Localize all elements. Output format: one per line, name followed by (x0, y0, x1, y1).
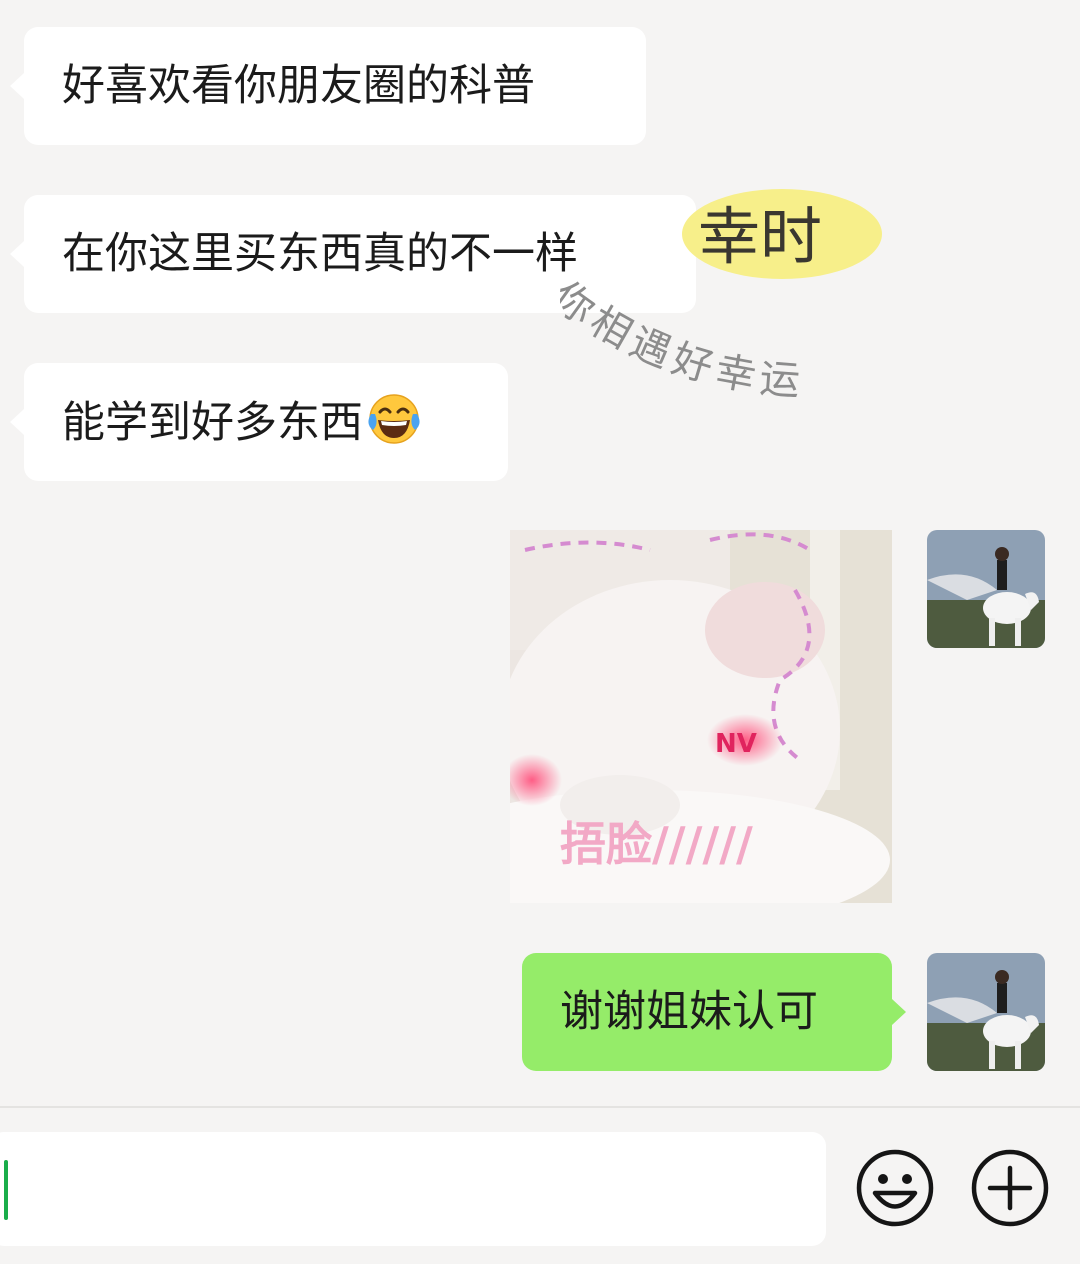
plus-circle-icon (971, 1149, 1049, 1227)
avatar[interactable] (927, 530, 1045, 648)
message-input[interactable] (0, 1132, 826, 1246)
smiley-icon (856, 1149, 934, 1227)
more-button[interactable] (970, 1148, 1050, 1228)
message-text: 谢谢姐妹认可 (560, 987, 818, 1037)
svg-text:你相遇好幸运: 你相遇好幸运 (560, 273, 807, 405)
chat-message-list[interactable]: 好喜欢看你朋友圈的科普 在你这里买东西真的不一样 能学到好多东西 你相遇好幸运 … (0, 0, 1080, 1106)
sticker-image[interactable]: NV 捂脸////// (510, 530, 892, 903)
message-text: 能学到好多东西 (62, 398, 363, 448)
highlight-text: 幸时 (698, 200, 823, 273)
sticker-mark: NV (715, 729, 757, 759)
message-text: 好喜欢看你朋友圈的科普 (62, 61, 535, 111)
message-bubble-sent[interactable]: 谢谢姐妹认可 (522, 953, 906, 1071)
message-text: 在你这里买东西真的不一样 (62, 229, 578, 279)
tears-of-joy-icon (368, 394, 420, 444)
avatar[interactable] (927, 953, 1045, 1071)
emoji-button[interactable] (855, 1148, 935, 1228)
text-caret (4, 1160, 8, 1220)
arc-text: 你相遇好幸运 (544, 273, 802, 405)
input-bar (0, 1106, 1080, 1264)
message-bubble[interactable]: 能学到好多东西 (10, 363, 508, 481)
sticker-caption: 捂脸////// (560, 817, 753, 871)
decorative-overlay: 你相遇好幸运 幸时 (544, 182, 930, 432)
message-bubble[interactable]: 好喜欢看你朋友圈的科普 (10, 27, 646, 145)
